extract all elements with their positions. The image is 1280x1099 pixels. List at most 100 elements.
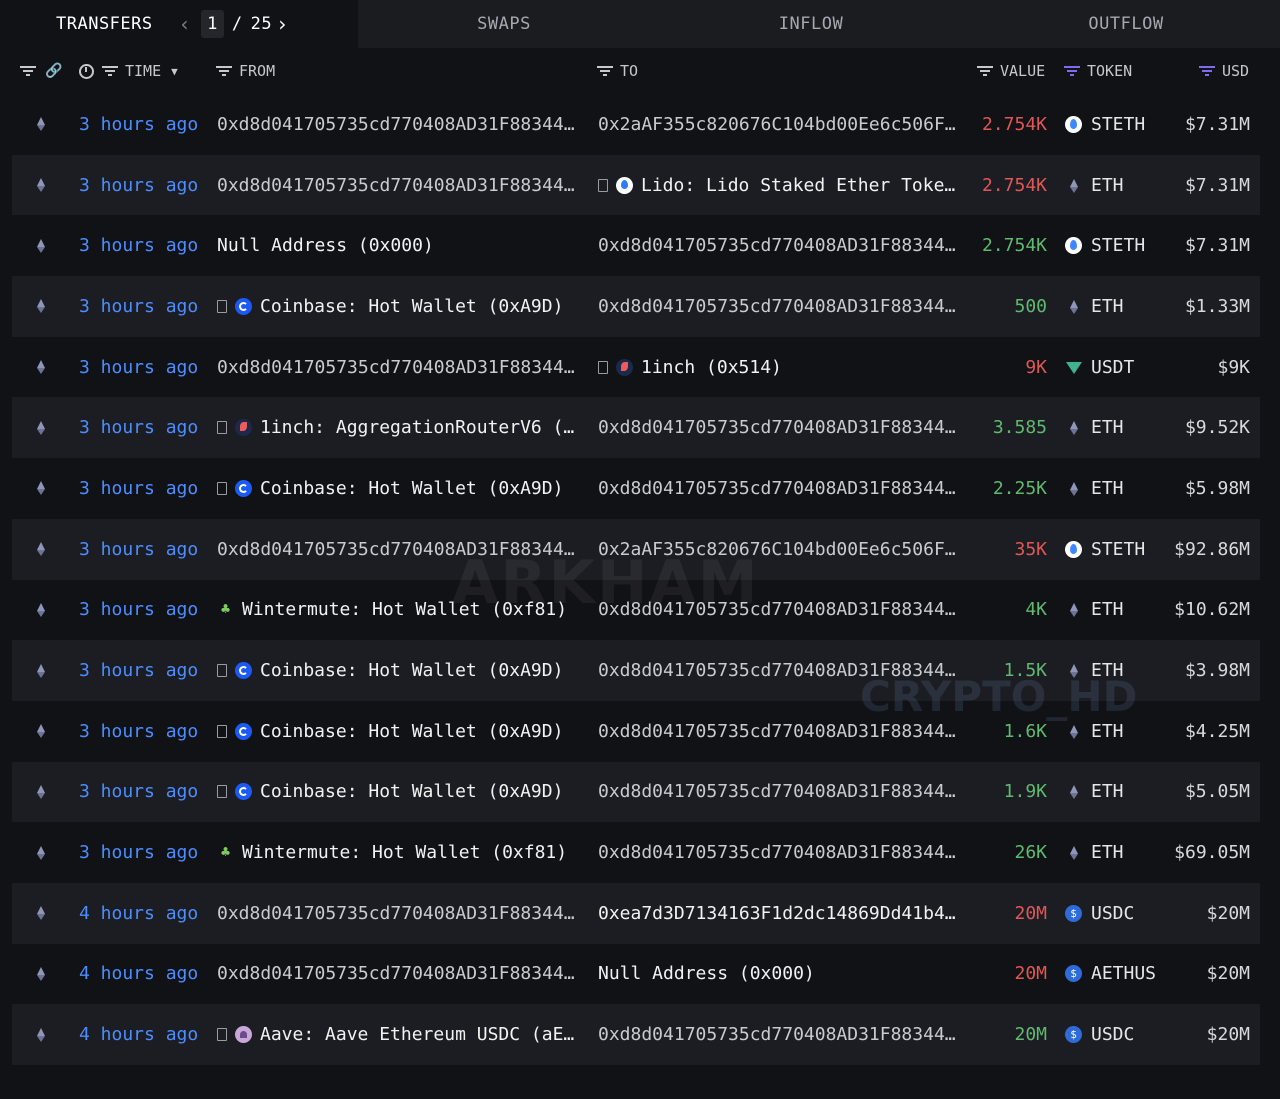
table-row[interactable]: 3 hours ago 0xd8d041705735cd770408AD31F8… (12, 337, 1260, 398)
link-icon[interactable]: 🔗 (45, 63, 62, 79)
header-value[interactable]: VALUE (977, 48, 1045, 94)
token-cell[interactable]: USDT (1065, 337, 1134, 398)
table-row[interactable]: 3 hours ago 1inch: AggregationRouterV6 (… (12, 397, 1260, 459)
filter-icon[interactable] (597, 65, 613, 77)
time-link[interactable]: 3 hours ago (79, 458, 198, 519)
from-cell[interactable]: 0xd8d041705735cd770408AD31F88344… (217, 883, 585, 944)
time-link[interactable]: 4 hours ago (79, 944, 198, 1005)
to-cell[interactable]: 0x2aAF355c820676C104bd00Ee6c506F… (598, 519, 968, 580)
table-row[interactable]: 3 hours ago 0xd8d041705735cd770408AD31F8… (12, 94, 1260, 155)
to-address[interactable]: 0xd8d041705735cd770408AD31F88344… (598, 599, 956, 620)
from-address[interactable]: 0xd8d041705735cd770408AD31F88344… (217, 903, 575, 924)
table-row[interactable]: 3 hours ago Coinbase: Hot Wallet (0xA9D)… (12, 701, 1260, 762)
from-entity[interactable]: Coinbase: Hot Wallet (0xA9D) (260, 721, 563, 742)
table-row[interactable]: 3 hours ago 0xd8d041705735cd770408AD31F8… (12, 154, 1260, 216)
from-cell[interactable]: ♣ Wintermute: Hot Wallet (0xf81) (217, 580, 585, 641)
time-link[interactable]: 3 hours ago (79, 397, 198, 458)
to-entity[interactable]: Null Address (0x000) (598, 963, 815, 984)
to-address[interactable]: 0xd8d041705735cd770408AD31F88344… (598, 296, 956, 317)
token-cell[interactable]: ETH (1065, 276, 1124, 337)
to-address[interactable]: 0x2aAF355c820676C104bd00Ee6c506F… (598, 539, 956, 560)
to-cell[interactable]: 0xd8d041705735cd770408AD31F88344… (598, 762, 968, 823)
tab-inflow[interactable]: INFLOW (650, 0, 972, 48)
from-entity[interactable]: Coinbase: Hot Wallet (0xA9D) (260, 478, 563, 499)
header-time[interactable]: TIME ▼ (79, 48, 178, 94)
to-cell[interactable]: 0xd8d041705735cd770408AD31F88344… (598, 276, 968, 337)
tab-outflow[interactable]: OUTFLOW (972, 0, 1280, 48)
table-row[interactable]: 3 hours ago Coinbase: Hot Wallet (0xA9D)… (12, 640, 1260, 701)
to-address[interactable]: 0xd8d041705735cd770408AD31F88344… (598, 478, 956, 499)
to-cell[interactable]: 0x2aAF355c820676C104bd00Ee6c506F… (598, 94, 968, 155)
tab-swaps[interactable]: SWAPS (358, 0, 650, 48)
time-link[interactable]: 3 hours ago (79, 155, 198, 216)
table-row[interactable]: 3 hours ago Null Address (0x000) 0xd8d04… (12, 215, 1260, 276)
to-cell[interactable]: Lido: Lido Staked Ether Toke… (598, 155, 968, 216)
header-from[interactable]: FROM (216, 48, 275, 94)
time-link[interactable]: 3 hours ago (79, 276, 198, 337)
from-cell[interactable]: 0xd8d041705735cd770408AD31F88344… (217, 94, 585, 155)
chain-filter[interactable]: 🔗 (20, 48, 62, 94)
time-link[interactable]: 3 hours ago (79, 580, 198, 641)
caret-down-icon[interactable]: ▼ (171, 65, 178, 78)
to-address[interactable]: 0xd8d041705735cd770408AD31F88344… (598, 721, 956, 742)
from-entity[interactable]: Coinbase: Hot Wallet (0xA9D) (260, 660, 563, 681)
time-link[interactable]: 3 hours ago (79, 640, 198, 701)
table-row[interactable]: 3 hours ago 0xd8d041705735cd770408AD31F8… (12, 518, 1260, 580)
to-cell[interactable]: 0xd8d041705735cd770408AD31F88344… (598, 640, 968, 701)
to-cell[interactable]: 0xd8d041705735cd770408AD31F88344… (598, 215, 968, 276)
time-link[interactable]: 3 hours ago (79, 822, 198, 883)
from-cell[interactable]: 0xd8d041705735cd770408AD31F88344… (217, 337, 585, 398)
to-address[interactable]: 0xd8d041705735cd770408AD31F88344… (598, 1024, 956, 1045)
token-cell[interactable]: STETH (1065, 94, 1145, 155)
to-address[interactable]: 0xd8d041705735cd770408AD31F88344… (598, 660, 956, 681)
from-entity[interactable]: Aave: Aave Ethereum USDC (aE… (260, 1024, 574, 1045)
token-cell[interactable]: ETH (1065, 458, 1124, 519)
token-cell[interactable]: ETH (1065, 701, 1124, 762)
to-address[interactable]: 0xd8d041705735cd770408AD31F88344… (598, 781, 956, 802)
token-cell[interactable]: ETH (1065, 397, 1124, 458)
from-cell[interactable]: ♣ Wintermute: Hot Wallet (0xf81) (217, 822, 585, 883)
filter-icon[interactable] (216, 65, 232, 77)
token-cell[interactable]: STETH (1065, 215, 1145, 276)
from-cell[interactable]: Coinbase: Hot Wallet (0xA9D) (217, 276, 585, 337)
to-address[interactable]: 0xd8d041705735cd770408AD31F88344… (598, 235, 956, 256)
table-row[interactable]: 3 hours ago ♣ Wintermute: Hot Wallet (0xf… (12, 822, 1260, 883)
header-to[interactable]: TO (597, 48, 638, 94)
time-link[interactable]: 4 hours ago (79, 1004, 198, 1065)
time-link[interactable]: 3 hours ago (79, 762, 198, 823)
table-row[interactable]: 3 hours ago Coinbase: Hot Wallet (0xA9D)… (12, 458, 1260, 519)
time-link[interactable]: 4 hours ago (79, 883, 198, 944)
header-token[interactable]: TOKEN (1064, 48, 1132, 94)
from-cell[interactable]: Coinbase: Hot Wallet (0xA9D) (217, 458, 585, 519)
to-entity[interactable]: Lido: Lido Staked Ether Toke… (641, 175, 955, 196)
table-row[interactable]: 3 hours ago Coinbase: Hot Wallet (0xA9D)… (12, 276, 1260, 337)
from-cell[interactable]: Coinbase: Hot Wallet (0xA9D) (217, 762, 585, 823)
chevron-left-icon[interactable]: ‹ (175, 12, 196, 36)
table-row[interactable]: 4 hours ago Aave: Aave Ethereum USDC (aE… (12, 1004, 1260, 1065)
filter-icon[interactable] (977, 65, 993, 77)
from-cell[interactable]: 0xd8d041705735cd770408AD31F88344… (217, 155, 585, 216)
header-usd[interactable]: USD (1199, 48, 1249, 94)
time-link[interactable]: 3 hours ago (79, 94, 198, 155)
from-entity[interactable]: Coinbase: Hot Wallet (0xA9D) (260, 781, 563, 802)
to-cell[interactable]: 0xd8d041705735cd770408AD31F88344… (598, 1004, 968, 1065)
from-address[interactable]: 0xd8d041705735cd770408AD31F88344… (217, 357, 575, 378)
to-cell[interactable]: 0xd8d041705735cd770408AD31F88344… (598, 458, 968, 519)
from-address[interactable]: 0xd8d041705735cd770408AD31F88344… (217, 175, 575, 196)
table-row[interactable]: 3 hours ago Coinbase: Hot Wallet (0xA9D)… (12, 761, 1260, 823)
table-row[interactable]: 4 hours ago 0xd8d041705735cd770408AD31F8… (12, 882, 1260, 944)
filter-icon[interactable] (20, 65, 36, 77)
from-cell[interactable]: 0xd8d041705735cd770408AD31F88344… (217, 944, 585, 1005)
from-entity[interactable]: Null Address (0x000) (217, 235, 434, 256)
to-cell[interactable]: Null Address (0x000) (598, 944, 968, 1005)
token-cell[interactable]: ETH (1065, 640, 1124, 701)
from-address[interactable]: 0xd8d041705735cd770408AD31F88344… (217, 963, 575, 984)
to-address[interactable]: 0xea7d3D7134163F1d2dc14869Dd41b4… (598, 903, 956, 924)
token-cell[interactable]: STETH (1065, 519, 1145, 580)
from-cell[interactable]: Coinbase: Hot Wallet (0xA9D) (217, 640, 585, 701)
to-cell[interactable]: 0xd8d041705735cd770408AD31F88344… (598, 701, 968, 762)
filter-icon[interactable] (102, 65, 118, 77)
page-current[interactable]: 1 (201, 10, 224, 38)
from-cell[interactable]: Coinbase: Hot Wallet (0xA9D) (217, 701, 585, 762)
token-cell[interactable]: AETHUS (1065, 944, 1156, 1005)
